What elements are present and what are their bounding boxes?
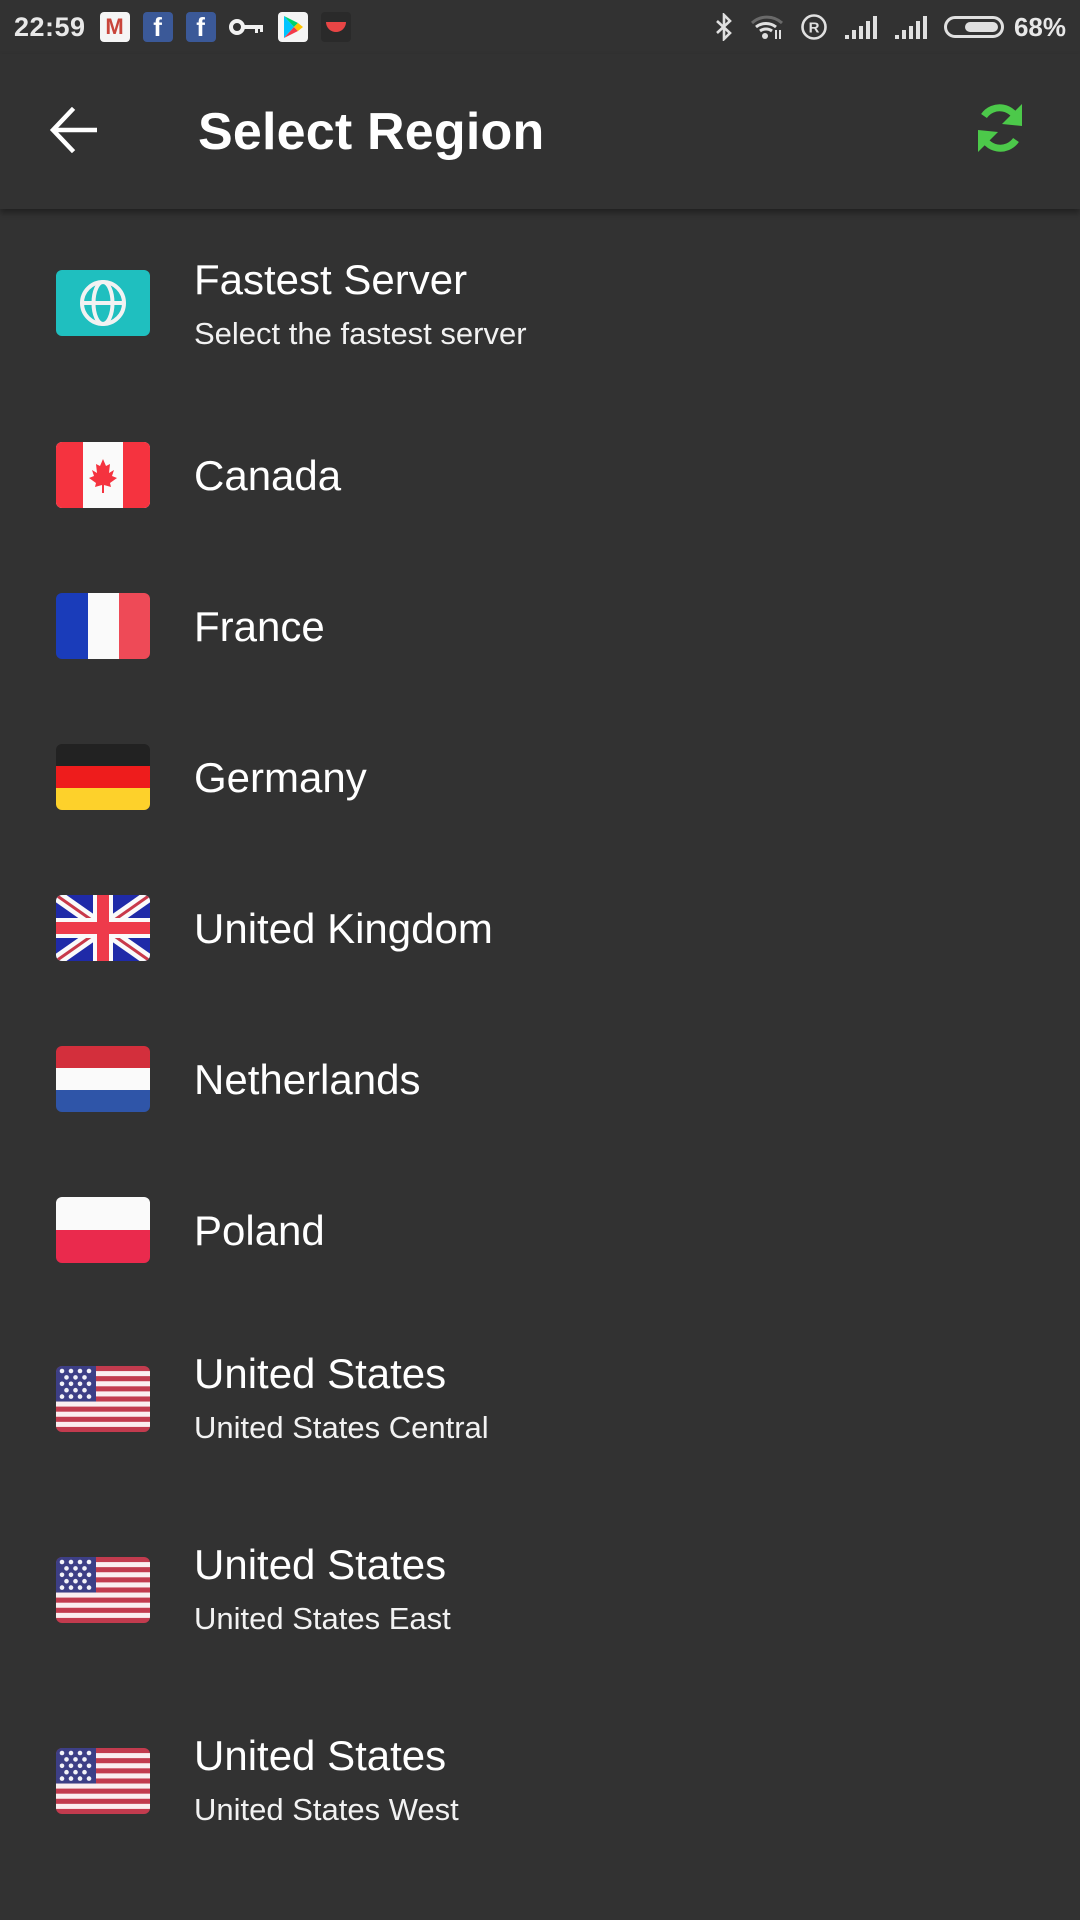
svg-text:R: R bbox=[809, 20, 820, 37]
gmail-icon: M bbox=[99, 12, 130, 42]
flag-usa-icon bbox=[56, 1366, 150, 1432]
region-item-united-states-east[interactable]: United States United States East bbox=[0, 1459, 1080, 1636]
region-item-united-states-west[interactable]: United States United States West bbox=[0, 1650, 1080, 1827]
status-bar-right: R 68% bbox=[698, 0, 1066, 54]
page-title: Select Region bbox=[198, 103, 545, 161]
flag-usa-icon bbox=[56, 1748, 150, 1814]
region-title: United Kingdom bbox=[194, 905, 493, 952]
region-item-fastest-server[interactable]: Fastest Server Select the fastest server bbox=[0, 212, 1080, 362]
flag-germany-icon bbox=[56, 744, 150, 810]
region-title: Germany bbox=[194, 754, 367, 801]
region-subtitle: Select the fastest server bbox=[194, 316, 527, 351]
region-title: Canada bbox=[194, 452, 342, 499]
flag-uk-icon bbox=[56, 895, 150, 961]
region-subtitle: United States Central bbox=[194, 1410, 489, 1445]
flag-poland-icon bbox=[56, 1197, 150, 1263]
signal-icon bbox=[844, 15, 878, 39]
clock: 22:59 bbox=[14, 11, 86, 42]
flag-netherlands-icon bbox=[56, 1046, 150, 1112]
globe-icon bbox=[56, 270, 150, 336]
facebook-icon: f bbox=[185, 12, 216, 42]
battery-icon bbox=[943, 16, 1004, 38]
region-title: United States bbox=[194, 1350, 447, 1397]
refresh-icon bbox=[972, 100, 1028, 161]
status-bar: 22:59 M f f R 68% bbox=[0, 0, 1080, 54]
region-subtitle: United States East bbox=[194, 1601, 451, 1636]
back-button[interactable] bbox=[46, 104, 102, 160]
region-item-united-states-central[interactable]: United States United States Central bbox=[0, 1268, 1080, 1445]
region-item-germany[interactable]: Germany bbox=[0, 664, 1080, 814]
region-title: United States bbox=[194, 1541, 447, 1588]
app-bar: Select Region bbox=[0, 54, 1080, 209]
region-title: Fastest Server bbox=[194, 256, 468, 303]
region-item-poland[interactable]: Poland bbox=[0, 1117, 1080, 1267]
wifi-icon bbox=[750, 14, 784, 40]
region-title: France bbox=[194, 603, 325, 650]
battery-fill bbox=[964, 22, 998, 32]
roaming-r-icon: R bbox=[800, 13, 828, 41]
play-store-icon bbox=[277, 12, 308, 42]
signal-icon bbox=[894, 15, 928, 39]
facebook-icon: f bbox=[142, 12, 173, 42]
region-item-netherlands[interactable]: Netherlands bbox=[0, 966, 1080, 1116]
refresh-button[interactable] bbox=[968, 98, 1032, 162]
region-item-united-kingdom[interactable]: United Kingdom bbox=[0, 815, 1080, 965]
region-subtitle: United States West bbox=[194, 1792, 459, 1827]
flag-canada-icon bbox=[56, 442, 150, 508]
flag-france-icon bbox=[56, 593, 150, 659]
bluetooth-icon bbox=[714, 13, 734, 41]
region-title: Poland bbox=[194, 1207, 325, 1254]
region-item-france[interactable]: France bbox=[0, 513, 1080, 663]
vpn-key-icon bbox=[228, 12, 265, 42]
status-bar-left: 22:59 M f f bbox=[14, 0, 364, 54]
battery-level bbox=[943, 16, 1004, 38]
watermelon-app-icon bbox=[320, 12, 351, 42]
arrow-back-icon bbox=[49, 106, 99, 158]
battery-percent: 68% bbox=[1013, 11, 1066, 42]
flag-usa-icon bbox=[56, 1557, 150, 1623]
region-title: United States bbox=[194, 1732, 447, 1779]
region-title: Netherlands bbox=[194, 1056, 421, 1103]
region-item-canada[interactable]: Canada bbox=[0, 362, 1080, 512]
